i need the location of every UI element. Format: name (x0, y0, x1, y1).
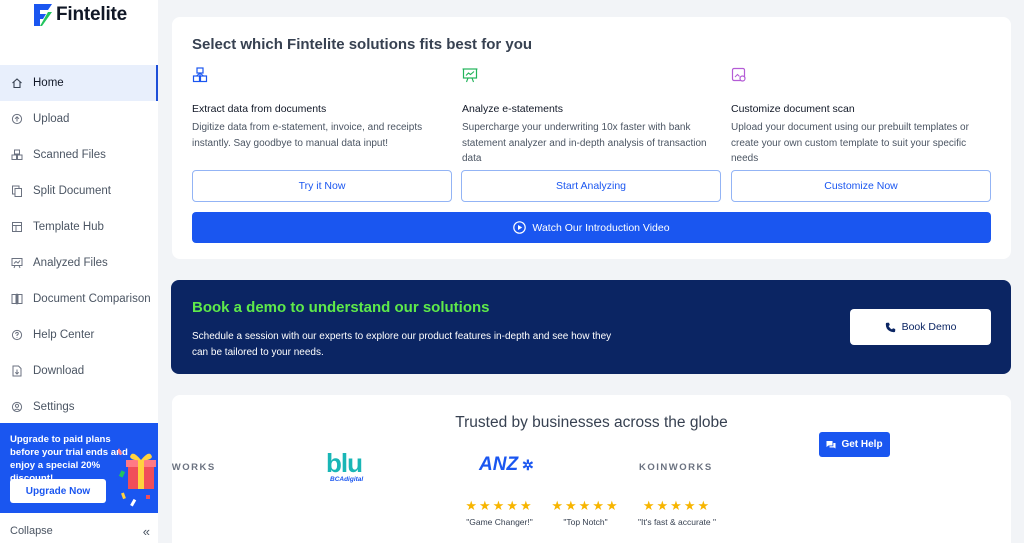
try-it-now-button[interactable]: Try it Now (192, 170, 452, 202)
sidebar-item-label: Analyzed Files (33, 257, 108, 269)
sidebar-item-label: Scanned Files (33, 149, 106, 161)
blu-logo: blu BCAdigital (326, 448, 364, 483)
sidebar-item-analyzed-files[interactable]: Analyzed Files (0, 245, 158, 281)
koinworks-logo-2: KOINWORKS (639, 462, 713, 473)
sidebar-item-upload[interactable]: Upload (0, 101, 158, 137)
sidebar-item-label: Download (33, 365, 85, 377)
solution-extract: Extract data from documents Digitize dat… (192, 67, 452, 151)
play-circle-icon (513, 221, 527, 234)
upload-icon (11, 113, 23, 125)
top-bar (158, 0, 1024, 10)
sidebar-item-home[interactable]: Home (0, 65, 158, 101)
sidebar-item-document-comparison[interactable]: Document Comparison (0, 281, 158, 317)
demo-title: Book a demo to understand our solutions (192, 299, 490, 316)
sidebar-item-label: Help Center (33, 329, 95, 341)
book-demo-label: Book Demo (901, 321, 957, 333)
customize-now-button[interactable]: Customize Now (731, 170, 991, 202)
sidebar-item-template-hub[interactable]: Template Hub (0, 209, 158, 245)
chat-icon (826, 440, 836, 448)
demo-description: Schedule a session with our experts to e… (192, 331, 612, 358)
review-quote: "Game Changer!" (466, 517, 533, 527)
start-analyzing-button[interactable]: Start Analyzing (461, 170, 721, 202)
trusted-title: Trusted by businesses across the globe (455, 414, 728, 431)
double-chevron-left-icon: « (142, 523, 150, 539)
analyzed-files-icon (11, 257, 23, 269)
star-rating: ★★★★★ (642, 498, 712, 513)
split-document-icon (11, 185, 23, 197)
logo[interactable]: Fintelite (34, 4, 127, 26)
document-scan-icon (731, 67, 746, 82)
solution-description: Upload your document using our prebuilt … (731, 122, 969, 164)
get-help-button[interactable]: Get Help (819, 432, 890, 457)
solution-analyze: Analyze e-statements Supercharge your un… (462, 67, 722, 167)
sidebar-nav: Home Upload Scanned Files Split Document… (0, 65, 158, 425)
sidebar-item-download[interactable]: Download (0, 353, 158, 389)
solution-description: Supercharge your underwriting 10x faster… (462, 122, 707, 164)
home-icon (11, 77, 23, 89)
solution-title: Extract data from documents (192, 103, 327, 115)
solution-description: Digitize data from e-statement, invoice,… (192, 122, 423, 149)
sidebar-item-label: Split Document (33, 185, 111, 197)
collapse-label: Collapse (10, 525, 53, 537)
solution-title: Analyze e-statements (462, 103, 563, 115)
gift-icon (118, 448, 156, 507)
book-demo-banner: Book a demo to understand our solutions … (171, 280, 1011, 374)
star-rating: ★★★★★ (551, 498, 620, 513)
sidebar-item-scanned-files[interactable]: Scanned Files (0, 137, 158, 173)
sidebar-item-label: Template Hub (33, 221, 104, 233)
help-center-icon (11, 329, 23, 341)
review-quote: "It's fast & accurate " (637, 517, 717, 527)
solutions-card: Select which Fintelite solutions fits be… (172, 17, 1011, 259)
download-icon (11, 365, 23, 377)
phone-icon (885, 322, 895, 332)
document-comparison-icon (11, 293, 23, 305)
collapse-button[interactable]: Collapse « (0, 519, 158, 543)
koinworks-logo: KOINWORKS (172, 462, 216, 473)
sidebar: Fintelite Home Upload Scanned Files Spli… (0, 0, 158, 543)
get-help-label: Get Help (841, 439, 883, 450)
star-rating: ★★★★★ (465, 498, 534, 513)
review-1: ★★★★★ "Game Changer!" (462, 498, 537, 527)
anz-logo: ANZ ✲ (479, 454, 534, 475)
sidebar-item-label: Home (33, 77, 64, 89)
solution-title: Customize document scan (731, 103, 855, 115)
cubes-icon (192, 67, 208, 83)
scanned-files-icon (11, 149, 23, 161)
watch-video-label: Watch Our Introduction Video (532, 221, 670, 234)
review-quote: "Top Notch" (563, 517, 608, 527)
sidebar-item-label: Settings (33, 401, 75, 413)
fintelite-logo-icon (34, 4, 52, 26)
app-name: Fintelite (56, 4, 128, 25)
review-3: ★★★★★ "It's fast & accurate " (632, 498, 722, 527)
upgrade-banner: Upgrade to paid plans before your trial … (0, 423, 158, 513)
trusted-card: Trusted by businesses across the globe K… (172, 395, 1011, 543)
settings-icon (11, 401, 23, 413)
solutions-title: Select which Fintelite solutions fits be… (192, 36, 533, 53)
upgrade-now-button[interactable]: Upgrade Now (10, 479, 106, 503)
book-demo-button[interactable]: Book Demo (850, 309, 991, 345)
presentation-chart-icon (462, 68, 478, 83)
sidebar-item-label: Document Comparison (33, 293, 151, 305)
template-hub-icon (11, 221, 23, 233)
sidebar-item-help-center[interactable]: Help Center (0, 317, 158, 353)
solution-customize: Customize document scan Upload your docu… (731, 67, 991, 167)
sidebar-item-label: Upload (33, 113, 70, 125)
sidebar-item-split-document[interactable]: Split Document (0, 173, 158, 209)
review-2: ★★★★★ "Top Notch" (548, 498, 623, 527)
sidebar-item-settings[interactable]: Settings (0, 389, 158, 425)
watch-video-button[interactable]: Watch Our Introduction Video (192, 212, 991, 243)
